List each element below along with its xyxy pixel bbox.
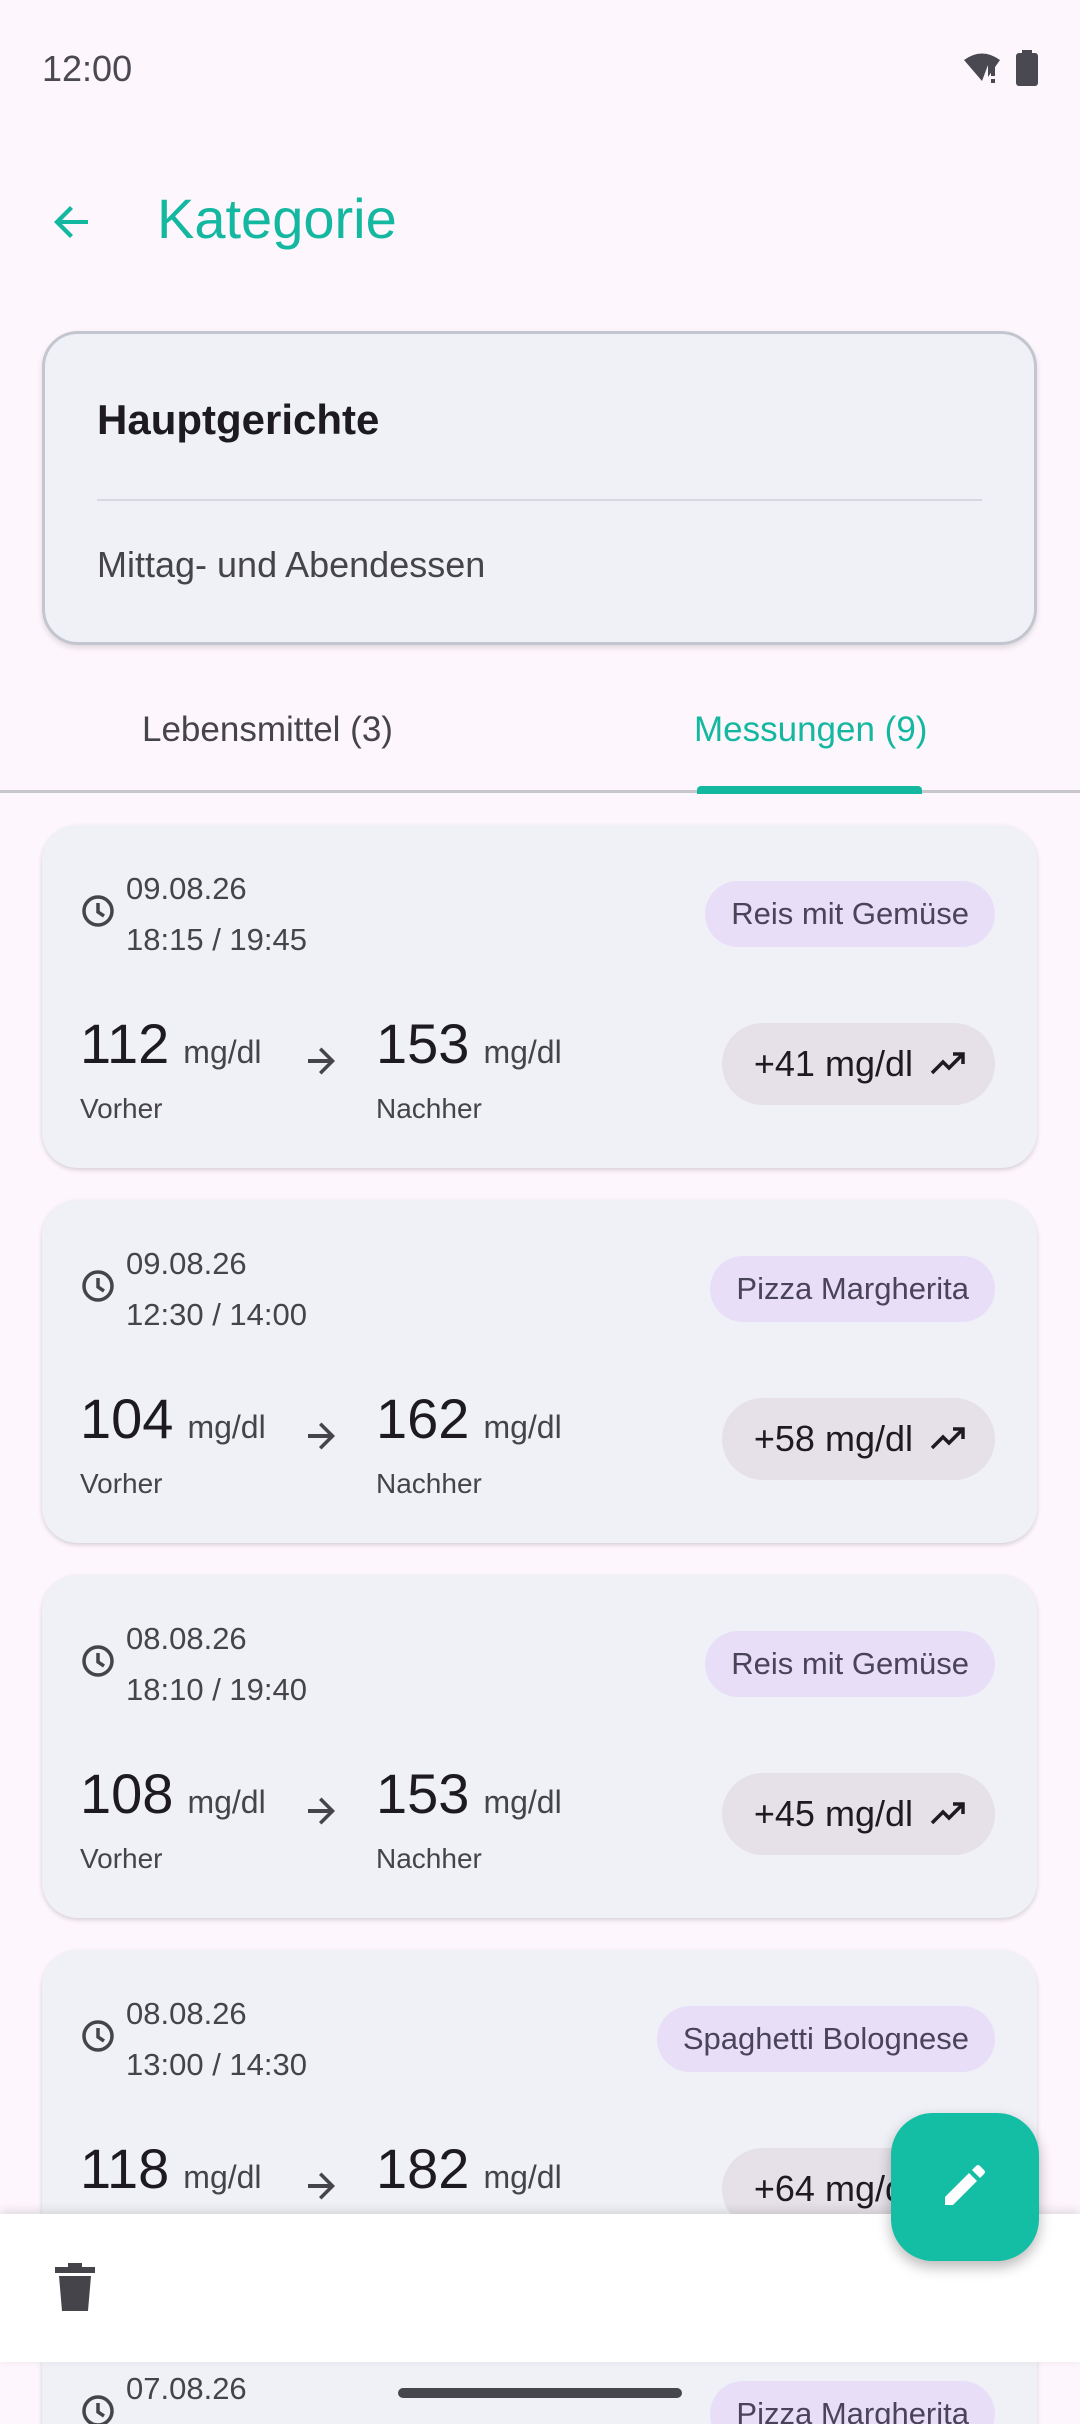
top-app-bar: Kategorie	[0, 160, 1080, 280]
tab-indicator	[697, 786, 922, 794]
after-label: Nachher	[376, 1093, 482, 1124]
before-unit: mg/dl	[183, 2159, 262, 2195]
before-unit: mg/dl	[183, 1034, 262, 1070]
divider	[97, 499, 982, 501]
delta-value: +58 mg/dl	[753, 1418, 913, 1459]
after-unit: mg/dl	[483, 2159, 562, 2195]
before-number: 118	[80, 2137, 170, 2200]
after-unit: mg/dl	[483, 1409, 562, 1445]
tab-messungen[interactable]: Messungen (9)	[694, 710, 927, 750]
clock-icon	[82, 1270, 114, 1302]
measurement-date: 07.08.26	[126, 2371, 247, 2406]
battery-icon	[1016, 50, 1038, 91]
delta-chip: +45 mg/dl	[721, 1773, 995, 1855]
measurement-card[interactable]: 08.08.26 18:10 / 19:40 Reis mit Gemüse 1…	[42, 1575, 1037, 1918]
edit-fab[interactable]	[891, 2113, 1039, 2261]
before-value: 118 mg/dl	[80, 2136, 262, 2201]
clock-icon	[82, 2395, 114, 2424]
before-label: Vorher	[80, 1093, 163, 1124]
arrow-back-icon	[48, 198, 96, 251]
category-description: Mittag- und Abendessen	[97, 544, 486, 585]
before-label: Vorher	[80, 1843, 163, 1874]
measurement-card[interactable]: 09.08.26 18:15 / 19:45 Reis mit Gemüse 1…	[42, 825, 1037, 1168]
back-button[interactable]	[30, 182, 114, 266]
measurement-date: 09.08.26	[126, 1246, 247, 1281]
after-number: 182	[376, 2137, 470, 2200]
tab-row: Lebensmittel (3) Messungen (9)	[0, 680, 1080, 794]
trending-up-icon	[930, 1427, 965, 1450]
after-value: 182 mg/dl	[376, 2136, 562, 2201]
trending-up-icon	[930, 1052, 965, 1075]
arrow-right-icon	[308, 1797, 335, 1825]
delta-chip: +41 mg/dl	[721, 1023, 995, 1105]
tab-lebensmittel[interactable]: Lebensmittel (3)	[142, 710, 393, 750]
category-name: Hauptgerichte	[97, 396, 380, 443]
before-value: 112 mg/dl	[80, 1011, 262, 1076]
before-value: 104 mg/dl	[80, 1386, 266, 1451]
food-chip[interactable]: Reis mit Gemüse	[705, 881, 995, 947]
after-unit: mg/dl	[483, 1034, 562, 1070]
wifi-alert-icon	[962, 51, 1002, 90]
arrow-right-icon	[308, 2172, 335, 2200]
food-chip[interactable]: Pizza Margherita	[710, 1256, 995, 1322]
measurement-date: 09.08.26	[126, 871, 247, 906]
clock-icon	[82, 895, 114, 927]
food-chip[interactable]: Spaghetti Bolognese	[656, 2006, 995, 2072]
clock-icon	[82, 1645, 114, 1677]
before-value: 108 mg/dl	[80, 1761, 266, 1826]
after-label: Nachher	[376, 1843, 482, 1874]
measurement-card[interactable]: 09.08.26 12:30 / 14:00 Pizza Margherita …	[42, 1200, 1037, 1543]
page: 12:00 Kategorie Hauptgerichte Mittag- un…	[0, 0, 1080, 2424]
trash-icon	[55, 2262, 95, 2316]
status-icons	[962, 50, 1038, 91]
before-unit: mg/dl	[187, 1784, 266, 1820]
clock-icon	[82, 2020, 114, 2052]
after-value: 162 mg/dl	[376, 1386, 562, 1451]
before-label: Vorher	[80, 1468, 163, 1499]
delta-value: +41 mg/dl	[753, 1043, 913, 1084]
after-label: Nachher	[376, 1468, 482, 1499]
gesture-navigation-bar[interactable]	[398, 2388, 682, 2398]
after-value: 153 mg/dl	[376, 1761, 562, 1826]
category-card: Hauptgerichte Mittag- und Abendessen	[42, 331, 1037, 645]
delta-value: +45 mg/dl	[753, 1793, 913, 1834]
before-number: 108	[80, 1762, 174, 1825]
after-number: 153	[376, 1762, 470, 1825]
measurement-times: 13:00 / 14:30	[126, 2047, 307, 2082]
arrow-right-icon	[308, 1047, 335, 1075]
measurement-date: 08.08.26	[126, 1621, 247, 1656]
page-title: Kategorie	[157, 187, 397, 250]
arrow-right-icon	[308, 1422, 335, 1450]
status-bar: 12:00	[0, 0, 1080, 140]
measurement-date: 08.08.26	[126, 1996, 247, 2031]
pencil-icon	[939, 2159, 991, 2216]
trending-up-icon	[930, 1802, 965, 1825]
delete-button[interactable]	[40, 2254, 110, 2324]
food-chip[interactable]: Pizza Margherita	[710, 2381, 995, 2424]
delta-chip: +58 mg/dl	[721, 1398, 995, 1480]
status-time: 12:00	[42, 48, 133, 89]
measurement-times: 18:10 / 19:40	[126, 1672, 307, 1707]
food-chip[interactable]: Reis mit Gemüse	[705, 1631, 995, 1697]
after-number: 162	[376, 1387, 470, 1450]
before-number: 112	[80, 1012, 170, 1075]
after-value: 153 mg/dl	[376, 1011, 562, 1076]
measurement-times: 18:15 / 19:45	[126, 922, 307, 957]
after-number: 153	[376, 1012, 470, 1075]
before-unit: mg/dl	[187, 1409, 266, 1445]
before-number: 104	[80, 1387, 174, 1450]
after-unit: mg/dl	[483, 1784, 562, 1820]
delta-value: +64 mg/dl	[753, 2168, 913, 2209]
measurement-times: 12:30 / 14:00	[126, 1297, 307, 1332]
